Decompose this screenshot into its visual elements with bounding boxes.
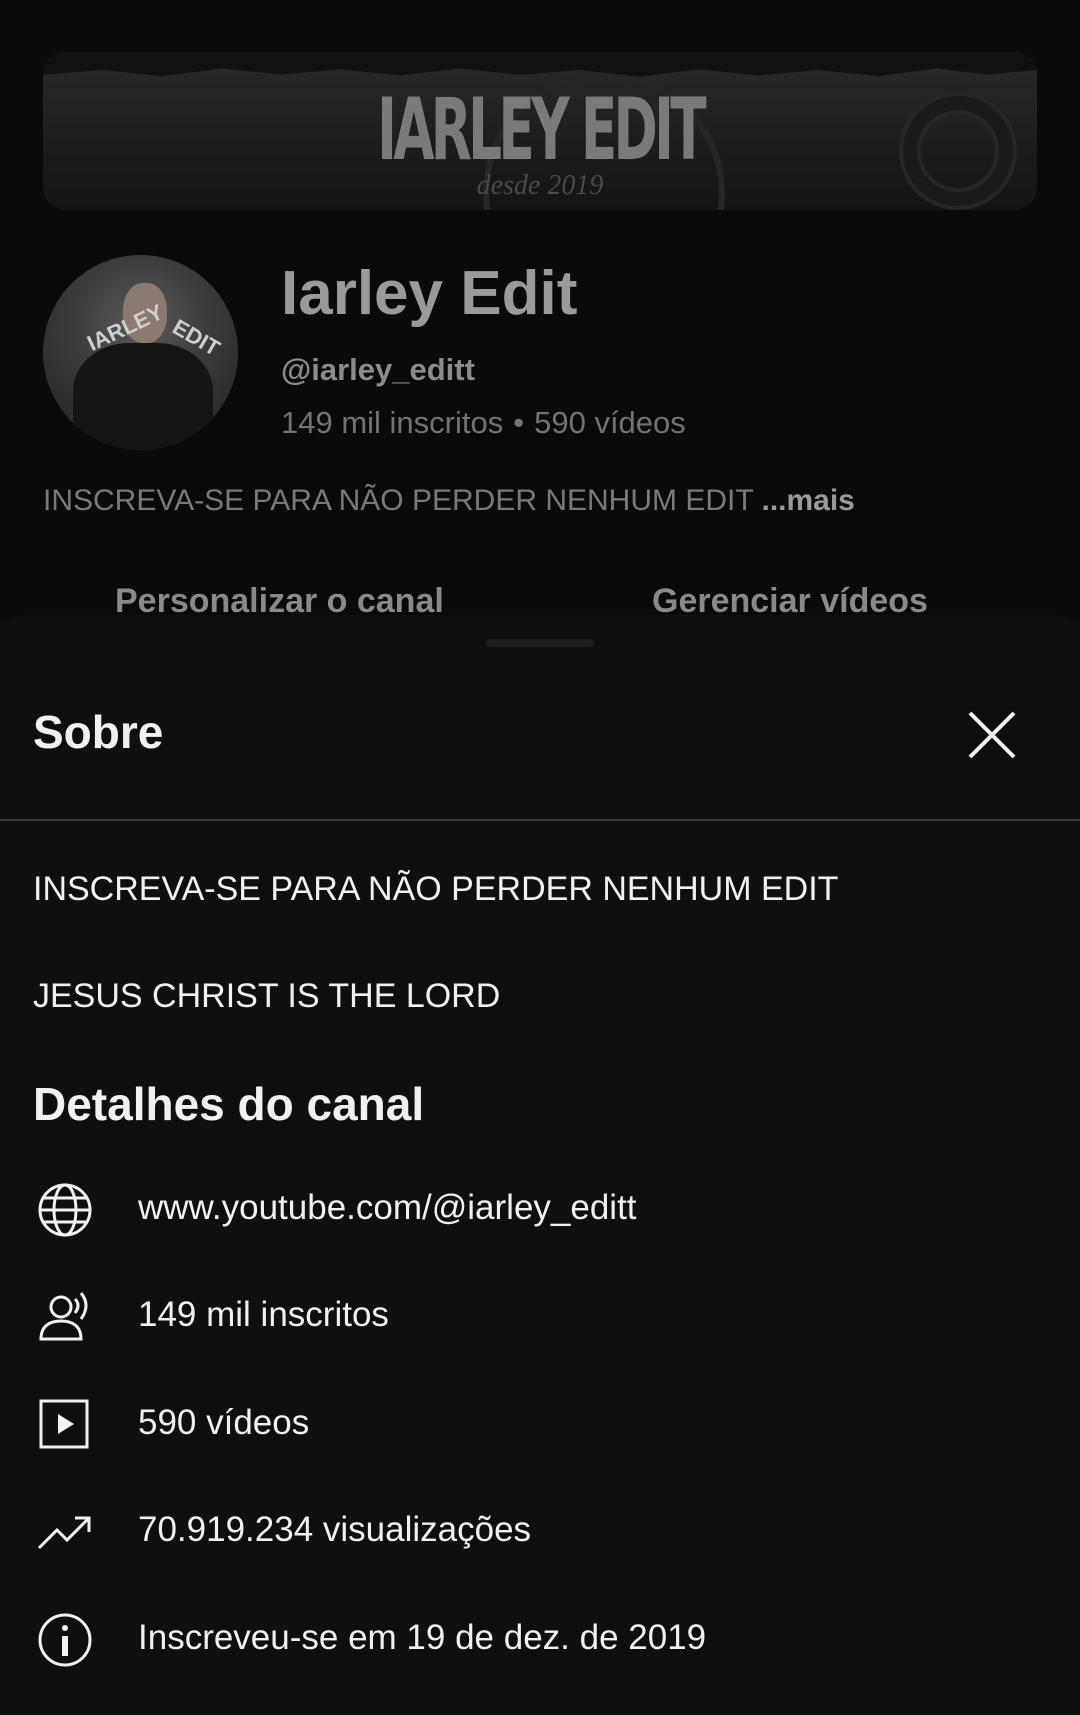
about-text-line: JESUS CHRIST IS THE LORD: [33, 977, 501, 1015]
detail-row-joined: Inscreveu-se em 19 de dez. de 2019: [0, 1600, 1080, 1680]
channel-stats: 149 mil inscritos • 590 vídeos: [281, 405, 686, 441]
detail-row-videos: 590 vídeos: [0, 1385, 1080, 1465]
detail-row-subscribers: 149 mil inscritos: [0, 1277, 1080, 1357]
joined-date: Inscreveu-se em 19 de dez. de 2019: [138, 1618, 707, 1657]
avatar[interactable]: IARLEY EDIT: [43, 255, 238, 450]
about-sheet: Sobre INSCREVA-SE PARA NÃO PERDER NENHUM…: [0, 615, 1080, 1715]
banner-torn-edge: [43, 52, 1037, 77]
channel-banner: IARLEY EDIT desde 2019: [43, 52, 1037, 210]
details-title: Detalhes do canal: [33, 1078, 425, 1130]
channel-url[interactable]: www.youtube.com/@iarley_editt: [138, 1188, 637, 1228]
globe-icon: [38, 1183, 92, 1237]
view-count: 70.919.234 visualizações: [138, 1510, 532, 1549]
video-count-detail: 590 vídeos: [138, 1403, 310, 1442]
avatar-body: [73, 343, 213, 450]
video-play-icon: [39, 1399, 89, 1449]
detail-row-views: 70.919.234 visualizações: [0, 1492, 1080, 1572]
sheet-title: Sobre: [33, 706, 164, 758]
about-text-line: INSCREVA-SE PARA NÃO PERDER NENHUM EDIT: [33, 870, 839, 908]
detail-row-url[interactable]: www.youtube.com/@iarley_editt: [0, 1170, 1080, 1250]
close-icon: [968, 711, 1016, 759]
banner-since: desde 2019: [476, 170, 604, 201]
more-link[interactable]: ...mais: [761, 484, 854, 517]
description-preview: INSCREVA-SE PARA NÃO PERDER NENHUM EDIT: [43, 484, 754, 517]
channel-name: Iarley Edit: [281, 259, 578, 328]
channel-header: IARLEY EDIT desde 2019 IARLEY EDIT Iarle…: [0, 0, 1080, 620]
video-count: 590 vídeos: [534, 405, 686, 440]
stats-separator: •: [513, 405, 525, 440]
drag-handle[interactable]: [486, 639, 594, 647]
info-icon: [38, 1613, 92, 1667]
channel-description[interactable]: INSCREVA-SE PARA NÃO PERDER NENHUM EDIT …: [43, 484, 855, 518]
subscribers-icon: [39, 1292, 88, 1341]
trending-icon: [37, 1516, 91, 1550]
close-button[interactable]: [962, 705, 1022, 765]
subscriber-count: 149 mil inscritos: [281, 405, 504, 440]
divider: [0, 819, 1080, 821]
subscriber-count-detail: 149 mil inscritos: [138, 1295, 389, 1334]
banner-logo: IARLEY EDIT: [377, 80, 706, 180]
channel-handle: @iarley_editt: [281, 352, 475, 387]
